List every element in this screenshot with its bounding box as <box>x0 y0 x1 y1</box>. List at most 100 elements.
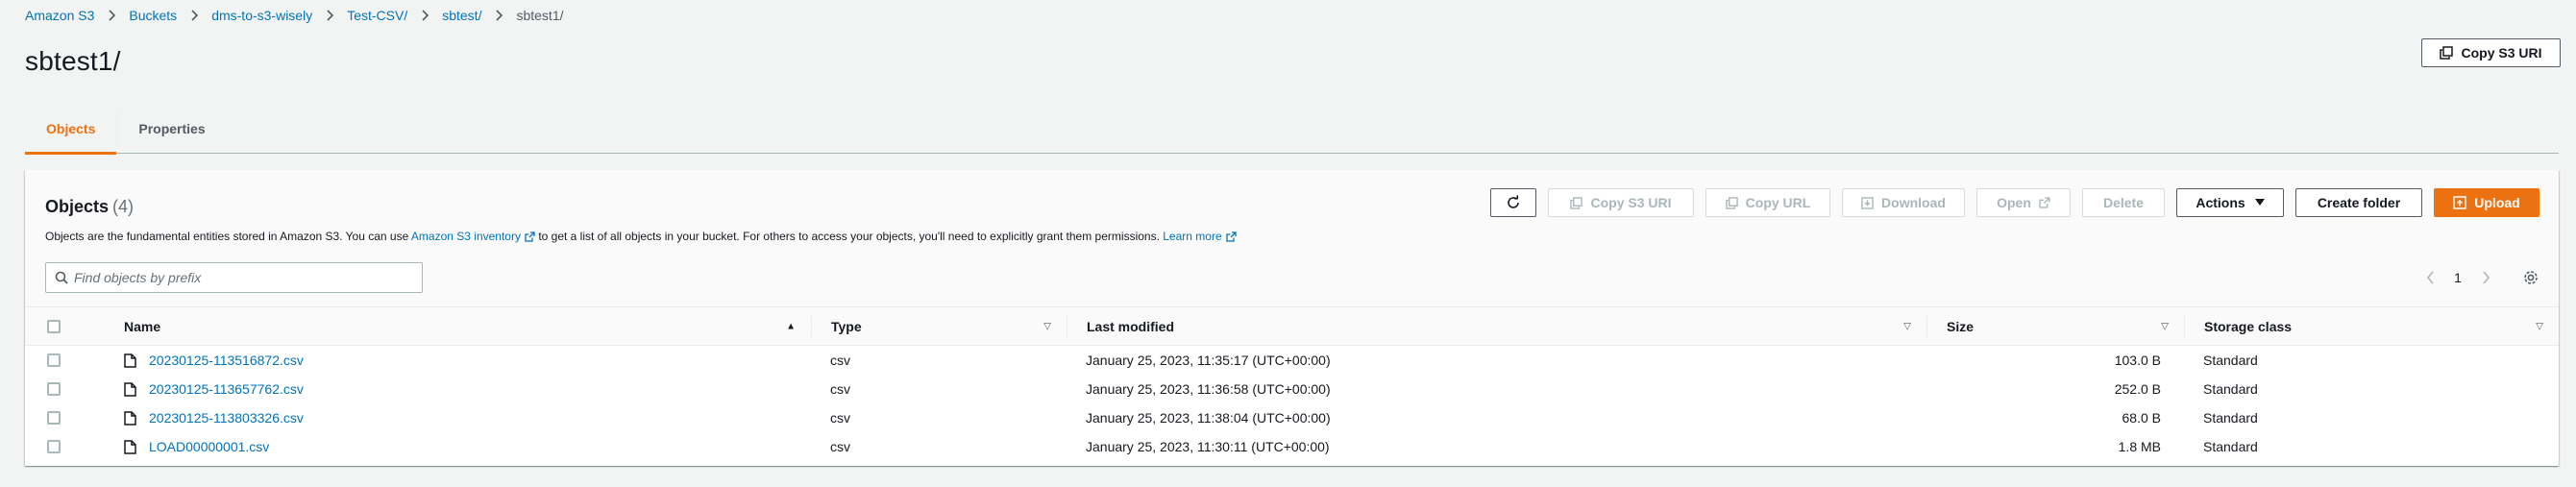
row-select-cell <box>25 403 76 432</box>
object-link[interactable]: LOAD00000001.csv <box>149 439 269 454</box>
search-icon <box>55 271 68 284</box>
next-page-icon[interactable] <box>2472 271 2499 284</box>
tab-objects[interactable]: Objects <box>25 104 117 155</box>
tab-properties[interactable]: Properties <box>117 104 226 154</box>
chevron-right-icon <box>189 10 199 21</box>
external-link-icon <box>525 231 535 242</box>
name-cell: LOAD00000001.csv <box>76 432 811 461</box>
copy-s3-uri-action-label: Copy S3 URI <box>1590 195 1672 210</box>
copy-s3-uri-button[interactable]: Copy S3 URI <box>2421 38 2561 67</box>
open-button[interactable]: Open <box>1976 188 2071 217</box>
search-input[interactable] <box>74 270 401 285</box>
breadcrumb-amazon-s3[interactable]: Amazon S3 <box>25 8 94 23</box>
objects-actions-bar: Copy S3 URI Copy URL Download Open Delet… <box>1490 188 2539 217</box>
row-select-cell <box>25 375 76 403</box>
breadcrumb-test-csv[interactable]: Test-CSV/ <box>347 8 407 23</box>
modified-cell: January 25, 2023, 11:38:04 (UTC+00:00) <box>1086 410 1331 426</box>
file-icon <box>124 410 136 426</box>
type-cell: csv <box>830 381 850 397</box>
create-folder-button[interactable]: Create folder <box>2295 188 2422 217</box>
objects-description: Objects are the fundamental entities sto… <box>45 230 1237 243</box>
file-icon <box>124 353 136 368</box>
page-title: sbtest1/ <box>25 46 121 76</box>
download-icon <box>1861 196 1874 209</box>
download-label: Download <box>1881 195 1946 210</box>
row-checkbox[interactable] <box>46 440 61 453</box>
breadcrumb-bucket[interactable]: dms-to-s3-wisely <box>211 8 312 23</box>
learn-more-link[interactable]: Learn more <box>1163 230 1221 243</box>
prev-page-icon[interactable] <box>2417 271 2443 284</box>
chevron-right-icon <box>494 10 503 21</box>
breadcrumb-buckets[interactable]: Buckets <box>129 8 177 23</box>
gear-icon[interactable] <box>2522 269 2539 286</box>
external-link-icon <box>2039 197 2050 208</box>
breadcrumb-sbtest[interactable]: sbtest/ <box>442 8 481 23</box>
column-type-label: Type <box>831 318 862 334</box>
delete-label: Delete <box>2102 195 2145 210</box>
chevron-right-icon <box>107 10 116 21</box>
sort-ascending-icon: ▲ <box>786 321 796 331</box>
name-cell: 20230125-113803326.csv <box>76 403 811 432</box>
column-header-storage-class[interactable]: Storage class ▽ <box>2184 315 2559 337</box>
upload-button[interactable]: Upload <box>2434 188 2539 217</box>
row-select-cell <box>25 432 76 461</box>
upload-icon <box>2453 196 2467 209</box>
column-header-last-modified[interactable]: Last modified ▽ <box>1067 315 1926 337</box>
sort-icon: ▽ <box>2536 321 2543 331</box>
type-cell: csv <box>830 439 850 454</box>
download-button[interactable]: Download <box>1842 188 1965 217</box>
copy-url-label: Copy URL <box>1745 195 1811 210</box>
table-row[interactable]: 20230125-113657762.csv csv January 25, 2… <box>25 375 2559 403</box>
column-header-type[interactable]: Type ▽ <box>811 315 1067 337</box>
storage-class-cell: Standard <box>2203 381 2258 397</box>
object-link[interactable]: 20230125-113803326.csv <box>149 410 304 426</box>
file-icon <box>124 439 136 454</box>
table-row[interactable]: 20230125-113516872.csv csv January 25, 2… <box>25 346 2559 375</box>
column-header-name[interactable]: Name ▲ <box>76 316 811 337</box>
file-icon <box>124 381 136 397</box>
column-size-label: Size <box>1947 318 1975 334</box>
refresh-icon <box>1508 195 1519 208</box>
size-cell: 103.0 B <box>2114 353 2161 368</box>
row-checkbox[interactable] <box>46 382 61 396</box>
table-row[interactable]: 20230125-113803326.csv csv January 25, 2… <box>25 403 2559 432</box>
caret-down-icon <box>2254 199 2265 206</box>
pagination: 1 <box>2417 264 2539 291</box>
size-cell: 252.0 B <box>2114 381 2161 397</box>
open-label: Open <box>1997 195 2031 210</box>
storage-class-cell: Standard <box>2203 353 2258 368</box>
sort-icon: ▽ <box>1043 321 1051 331</box>
search-field[interactable] <box>45 262 423 293</box>
s3-inventory-link[interactable]: Amazon S3 inventory <box>411 230 521 243</box>
external-link-icon <box>1225 231 1237 242</box>
name-cell: 20230125-113516872.csv <box>76 346 811 375</box>
copy-url-button[interactable]: Copy URL <box>1705 188 1830 217</box>
copy-icon <box>2440 46 2454 60</box>
chevron-right-icon <box>420 10 429 21</box>
row-checkbox[interactable] <box>46 411 61 425</box>
tab-bar: Objects Properties <box>25 104 2559 155</box>
copy-icon <box>1725 196 1738 209</box>
sort-icon: ▽ <box>1903 321 1911 331</box>
actions-dropdown-button[interactable]: Actions <box>2176 188 2284 217</box>
modified-cell: January 25, 2023, 11:30:11 (UTC+00:00) <box>1086 439 1330 454</box>
table-row[interactable]: LOAD00000001.csv csv January 25, 2023, 1… <box>25 432 2559 461</box>
select-all-checkbox[interactable] <box>46 319 61 333</box>
copy-s3-uri-action-button[interactable]: Copy S3 URI <box>1548 188 1694 217</box>
objects-panel-header: Objects (4) Objects are the fundamental e… <box>25 170 2559 307</box>
sort-icon: ▽ <box>2161 321 2169 331</box>
upload-label: Upload <box>2474 195 2520 210</box>
object-link[interactable]: 20230125-113516872.csv <box>149 353 304 368</box>
refresh-button[interactable] <box>1490 188 1536 217</box>
column-header-size[interactable]: Size ▽ <box>1926 315 2184 337</box>
objects-panel-title: Objects (4) <box>45 197 134 217</box>
object-link[interactable]: 20230125-113657762.csv <box>149 381 304 397</box>
desc-text-2: to get a list of all objects in your buc… <box>534 230 1164 243</box>
delete-button[interactable]: Delete <box>2082 188 2165 217</box>
create-folder-label: Create folder <box>2317 195 2401 210</box>
column-name-label: Name <box>124 318 161 334</box>
row-checkbox[interactable] <box>46 353 61 367</box>
chevron-right-icon <box>325 10 334 21</box>
breadcrumb-current: sbtest1/ <box>516 8 564 23</box>
page-number[interactable]: 1 <box>2443 270 2472 285</box>
